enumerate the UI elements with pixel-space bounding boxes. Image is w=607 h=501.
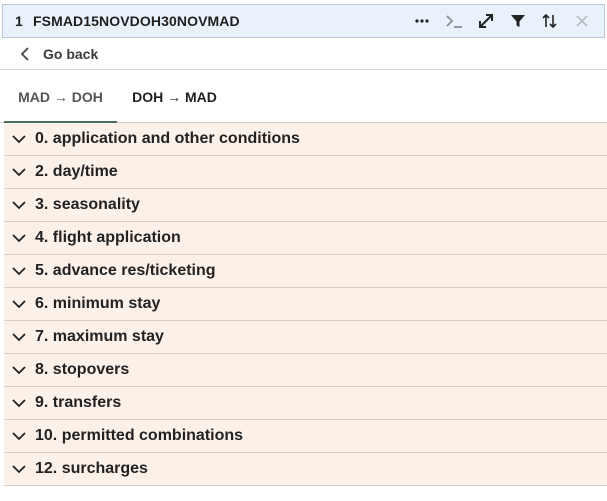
titlebar-actions xyxy=(406,5,598,37)
chevron-down-icon xyxy=(12,431,26,441)
section-row[interactable]: 0. application and other conditions xyxy=(4,123,607,156)
direction-tabs: MAD → DOH DOH → MAD xyxy=(0,70,607,124)
chevron-down-icon xyxy=(12,167,26,177)
section-row[interactable]: 9. transfers xyxy=(4,387,607,420)
section-label: 12. surcharges xyxy=(35,460,148,477)
window-titlebar: 1 FSMAD15NOVDOH30NOVMAD xyxy=(2,4,605,38)
section-label: 2. day/time xyxy=(35,163,118,180)
section-row[interactable]: 10. permitted combinations xyxy=(4,420,607,453)
section-row[interactable]: 6. minimum stay xyxy=(4,288,607,321)
chevron-down-icon xyxy=(12,233,26,243)
rule-sections-list: 0. application and other conditions 2. d… xyxy=(4,123,607,486)
go-back-button[interactable]: Go back xyxy=(0,38,607,70)
section-label: 5. advance res/ticketing xyxy=(35,262,216,279)
chevron-left-icon xyxy=(20,46,34,61)
tab-mad-doh[interactable]: MAD → DOH xyxy=(4,70,117,124)
section-row[interactable]: 4. flight application xyxy=(4,222,607,255)
terminal-icon[interactable] xyxy=(438,5,470,37)
chevron-down-icon xyxy=(12,398,26,408)
section-row[interactable]: 3. seasonality xyxy=(4,189,607,222)
section-label: 0. application and other conditions xyxy=(35,130,300,147)
section-row[interactable]: 8. stopovers xyxy=(4,354,607,387)
sort-icon[interactable] xyxy=(534,5,566,37)
section-row[interactable]: 5. advance res/ticketing xyxy=(4,255,607,288)
chevron-down-icon xyxy=(12,365,26,375)
chevron-down-icon xyxy=(12,464,26,474)
section-row[interactable]: 7. maximum stay xyxy=(4,321,607,354)
chevron-down-icon xyxy=(12,266,26,276)
section-label: 8. stopovers xyxy=(35,361,130,378)
section-label: 6. minimum stay xyxy=(35,295,161,312)
chevron-down-icon xyxy=(12,332,26,342)
more-icon[interactable] xyxy=(406,5,438,37)
chevron-down-icon xyxy=(12,299,26,309)
close-icon[interactable] xyxy=(566,5,598,37)
chevron-down-icon xyxy=(12,200,26,210)
section-label: 4. flight application xyxy=(35,229,181,246)
go-back-label: Go back xyxy=(43,45,99,62)
section-row[interactable]: 12. surcharges xyxy=(4,453,607,486)
section-row[interactable]: 2. day/time xyxy=(4,156,607,189)
window-title: FSMAD15NOVDOH30NOVMAD xyxy=(33,13,240,29)
section-label: 7. maximum stay xyxy=(35,328,164,345)
tab-doh-mad[interactable]: DOH → MAD xyxy=(117,70,232,123)
chevron-down-icon xyxy=(12,134,26,144)
section-label: 3. seasonality xyxy=(35,196,140,213)
section-label: 10. permitted combinations xyxy=(35,427,244,444)
expand-icon[interactable] xyxy=(470,5,502,37)
filter-icon[interactable] xyxy=(502,5,534,37)
section-label: 9. transfers xyxy=(35,394,122,411)
window-number: 1 xyxy=(15,13,23,29)
